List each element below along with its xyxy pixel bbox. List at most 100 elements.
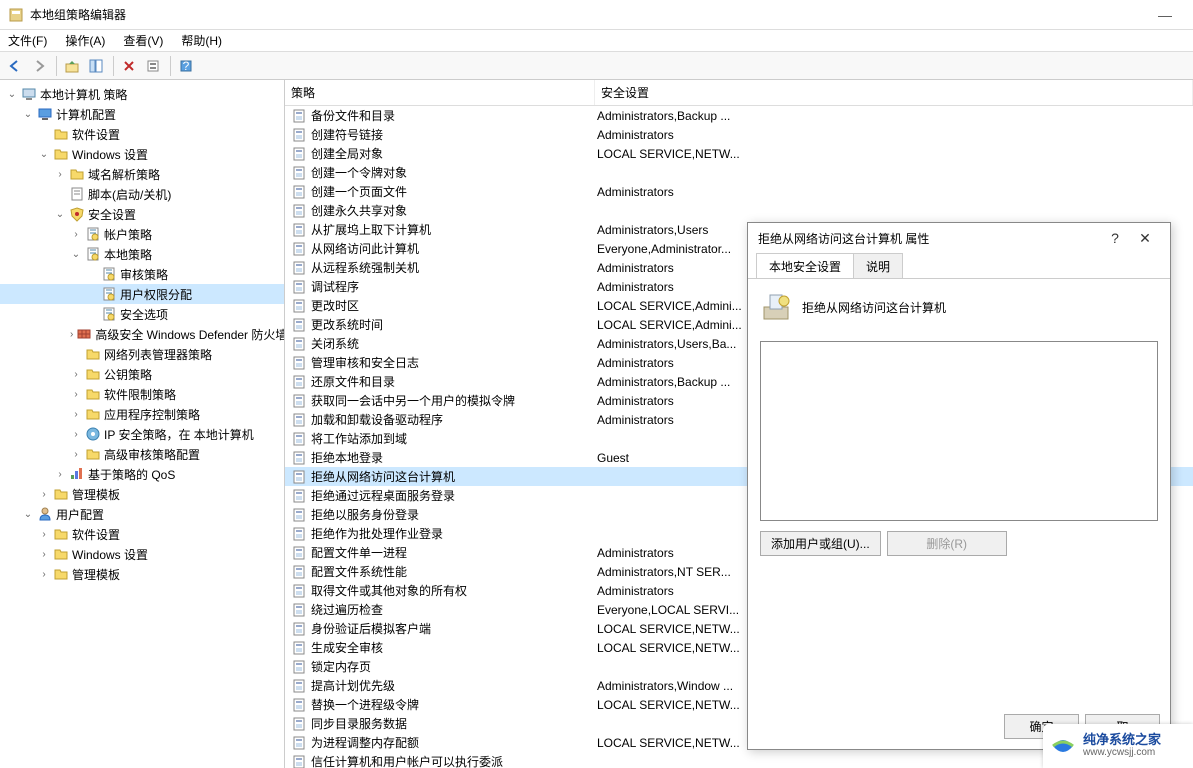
policy-name: 创建一个令牌对象 <box>311 164 407 181</box>
policy-item-icon <box>291 127 307 143</box>
tree-node[interactable]: 网络列表管理器策略 <box>0 344 284 364</box>
expand-icon[interactable]: › <box>38 549 50 560</box>
tree-node[interactable]: › 公钥策略 <box>0 364 284 384</box>
policy-value: Administrators,Backup ... <box>595 109 1193 123</box>
column-security[interactable]: 安全设置 <box>595 80 1193 105</box>
expand-icon[interactable]: › <box>38 489 50 500</box>
expand-icon[interactable]: ⌄ <box>38 149 50 160</box>
user-group-listbox[interactable] <box>760 341 1158 521</box>
policy-icon <box>101 306 117 322</box>
tree-node[interactable]: ›高级安全 Windows Defender 防火墙 <box>0 324 284 344</box>
expand-icon[interactable]: ⌄ <box>6 89 18 100</box>
tree-node[interactable]: › 软件设置 <box>0 524 284 544</box>
expand-icon[interactable]: › <box>54 469 66 480</box>
expand-icon[interactable]: › <box>70 389 82 400</box>
policy-item-icon <box>291 545 307 561</box>
policy-name: 更改系统时间 <box>311 316 383 333</box>
expand-icon[interactable]: ⌄ <box>70 249 82 260</box>
tree-node[interactable]: ›帐户策略 <box>0 224 284 244</box>
expand-icon[interactable]: ⌄ <box>54 209 66 220</box>
tree-label: 脚本(启动/关机) <box>88 186 179 203</box>
tree-panel[interactable]: ⌄本地计算机 策略⌄计算机配置软件设置⌄Windows 设置›域名解析策略脚本(… <box>0 80 285 768</box>
dialog-tabs[interactable]: 本地安全设置 说明 <box>748 253 1170 279</box>
column-policy[interactable]: 策略 <box>285 80 595 105</box>
tree-node[interactable]: 脚本(启动/关机) <box>0 184 284 204</box>
dialog-close-button[interactable]: ✕ <box>1130 230 1160 247</box>
tree-node[interactable]: ›应用程序控制策略 <box>0 404 284 424</box>
menu-help[interactable]: 帮助(H) <box>181 32 222 49</box>
firewall-icon <box>76 326 92 342</box>
minimize-button[interactable]: — <box>1145 7 1185 23</box>
tree-node[interactable]: ⌄本地策略 <box>0 244 284 264</box>
folder-icon <box>53 486 69 502</box>
add-user-button[interactable]: 添加用户或组(U)... <box>760 531 881 556</box>
tree-label: 高级审核策略配置 <box>104 446 208 463</box>
expand-icon[interactable]: ⌄ <box>22 509 34 520</box>
menu-file[interactable]: 文件(F) <box>8 32 47 49</box>
expand-icon[interactable]: › <box>70 449 82 460</box>
tree-node[interactable]: ⌄本地计算机 策略 <box>0 84 284 104</box>
user-icon <box>37 506 53 522</box>
tree-node[interactable]: 安全选项 <box>0 304 284 324</box>
tree-node[interactable]: ⌄用户配置 <box>0 504 284 524</box>
policy-item-icon <box>291 336 307 352</box>
tree-label: Windows 设置 <box>72 546 156 563</box>
dialog-titlebar[interactable]: 拒绝从网络访问这台计算机 属性 ? ✕ <box>748 223 1170 253</box>
menu-action[interactable]: 操作(A) <box>65 32 105 49</box>
dialog-body: 拒绝从网络访问这台计算机 添加用户或组(U)... 删除(R) <box>748 279 1170 588</box>
tree-node[interactable]: ›域名解析策略 <box>0 164 284 184</box>
tree-node[interactable]: 审核策略 <box>0 264 284 284</box>
tree-node[interactable]: ›基于策略的 QoS <box>0 464 284 484</box>
list-header[interactable]: 策略 安全设置 <box>285 80 1193 106</box>
policy-row[interactable]: 创建一个页面文件Administrators <box>285 182 1193 201</box>
back-button[interactable] <box>4 55 26 77</box>
tree-label: 公钥策略 <box>104 366 160 383</box>
policy-name: 拒绝通过远程桌面服务登录 <box>311 487 455 504</box>
help-button[interactable]: ? <box>175 55 197 77</box>
show-tree-button[interactable] <box>85 55 107 77</box>
tree-node[interactable]: ›管理模板 <box>0 484 284 504</box>
tree-node[interactable]: › 高级审核策略配置 <box>0 444 284 464</box>
expand-icon[interactable]: › <box>54 169 66 180</box>
tree-label: 软件设置 <box>72 526 128 543</box>
expand-icon[interactable]: › <box>70 409 82 420</box>
tree-node[interactable]: ⌄安全设置 <box>0 204 284 224</box>
policy-name: 更改时区 <box>311 297 359 314</box>
policy-row[interactable]: 创建永久共享对象 <box>285 201 1193 220</box>
policy-icon <box>101 286 117 302</box>
tab-local-security[interactable]: 本地安全设置 <box>756 253 854 278</box>
policy-item-icon <box>291 754 307 768</box>
expand-icon[interactable]: › <box>70 329 73 340</box>
app-icon <box>8 7 24 23</box>
policy-item-icon <box>291 450 307 466</box>
dialog-help-button[interactable]: ? <box>1100 230 1130 246</box>
policy-row[interactable]: 创建一个令牌对象 <box>285 163 1193 182</box>
expand-icon[interactable]: › <box>70 429 82 440</box>
policy-row[interactable]: 创建全局对象LOCAL SERVICE,NETW... <box>285 144 1193 163</box>
policy-row[interactable]: 创建符号链接Administrators <box>285 125 1193 144</box>
menu-view[interactable]: 查看(V) <box>123 32 163 49</box>
tree-node[interactable]: ⌄Windows 设置 <box>0 144 284 164</box>
policy-name: 拒绝从网络访问这台计算机 <box>311 468 455 485</box>
expand-icon[interactable]: ⌄ <box>22 109 34 120</box>
delete-button[interactable] <box>118 55 140 77</box>
tree-node[interactable]: › Windows 设置 <box>0 544 284 564</box>
svg-text:?: ? <box>183 59 190 73</box>
tab-description[interactable]: 说明 <box>853 253 903 278</box>
up-button[interactable] <box>61 55 83 77</box>
properties-button[interactable] <box>142 55 164 77</box>
tree-label: 审核策略 <box>120 266 176 283</box>
tree-node[interactable]: 软件设置 <box>0 124 284 144</box>
policy-row[interactable]: 备份文件和目录Administrators,Backup ... <box>285 106 1193 125</box>
expand-icon[interactable]: › <box>70 369 82 380</box>
tree-node[interactable]: ⌄计算机配置 <box>0 104 284 124</box>
tree-node[interactable]: ›管理模板 <box>0 564 284 584</box>
tree-node[interactable]: 用户权限分配 <box>0 284 284 304</box>
expand-icon[interactable]: › <box>38 529 50 540</box>
forward-button[interactable] <box>28 55 50 77</box>
tree-node[interactable]: ›IP 安全策略，在 本地计算机 <box>0 424 284 444</box>
policy-item-icon <box>291 583 307 599</box>
expand-icon[interactable]: › <box>70 229 82 240</box>
tree-node[interactable]: ›软件限制策略 <box>0 384 284 404</box>
expand-icon[interactable]: › <box>38 569 50 580</box>
